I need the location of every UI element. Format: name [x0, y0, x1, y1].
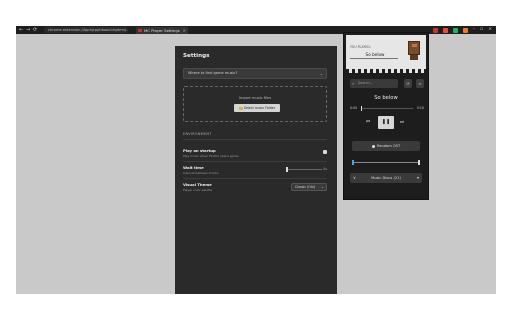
track-title: So below	[374, 95, 398, 101]
setting-sub: Interval between tracks	[183, 171, 219, 175]
dropdown-placeholder: Where to find game music?	[188, 71, 238, 75]
environment-heading: ENVIRONMENT	[183, 132, 212, 136]
extension-icon[interactable]	[452, 27, 458, 33]
slider-start-thumb[interactable]	[352, 160, 354, 165]
disc-icon	[371, 144, 375, 148]
random-ost-button[interactable]: Random OST	[352, 141, 420, 151]
tab-close-icon[interactable]: ×	[183, 27, 186, 34]
progress-thumb[interactable]	[361, 106, 362, 111]
extension-icon[interactable]	[462, 27, 468, 33]
setting-sub: Play music when Firefox opens game.	[183, 154, 240, 158]
extension-icon[interactable]	[442, 27, 448, 33]
import-dropzone[interactable]: Import music files Select music Folder	[183, 86, 327, 122]
jukebox-icon	[408, 41, 420, 55]
divider	[350, 58, 398, 59]
music-player-popup: YOU PLAYED: So below ⌕ Search... ⟳ ≡ So …	[343, 32, 429, 200]
window-controls: – ▫ ×	[432, 26, 492, 34]
slider-thumb[interactable]	[286, 167, 288, 172]
forward-icon[interactable]: →	[26, 26, 30, 34]
now-playing-card: YOU PLAYED: So below	[346, 35, 426, 73]
search-input[interactable]: ⌕ Search...	[350, 79, 398, 88]
visual-theme-select[interactable]: Classic (Old) ⌄	[291, 183, 327, 191]
search-placeholder: Search...	[358, 81, 373, 85]
import-text: Import music files	[238, 96, 272, 100]
tab-mc-player-settings[interactable]: MC Player Settings ×	[136, 27, 188, 34]
extension-icon[interactable]	[432, 27, 438, 33]
theme-value: Classic (Old)	[295, 185, 315, 189]
menu-button[interactable]: ≡	[416, 79, 424, 88]
now-playing-label: YOU PLAYED:	[350, 45, 371, 49]
chevron-down-icon: ▾	[416, 175, 419, 180]
next-icon[interactable]: ⏭	[400, 119, 404, 125]
tab-title: MC Player Settings	[144, 28, 180, 33]
time-elapsed: 0:00	[350, 106, 358, 110]
wait-time-value: 0s	[323, 167, 327, 171]
play-on-startup-checkbox[interactable]	[323, 150, 327, 154]
setting-wait-time: Wait time Interval between tracks 0s	[183, 165, 327, 175]
divider	[183, 161, 327, 162]
folder-icon	[238, 106, 243, 110]
maximize-icon[interactable]: ▫	[480, 26, 483, 34]
playlist-select[interactable]: ∨ Music Disco (21) ▾	[350, 173, 422, 183]
browser-screen: ← → ⟳ chrome-extension://lpphjcpphbaocld…	[16, 26, 496, 294]
search-icon: ⌕	[352, 81, 355, 86]
chevron-down-icon: ⌄	[321, 185, 324, 189]
chevron-down-icon: ∨	[353, 175, 356, 180]
tab-favicon-icon	[138, 29, 142, 32]
progress-bar[interactable]	[361, 106, 413, 111]
setting-visual-theme: Visual Theme Player color palette Classi…	[183, 182, 327, 192]
volume-slider[interactable]	[352, 160, 420, 165]
divider	[183, 139, 327, 140]
settings-panel: Settings Where to find game music? ⌄ Imp…	[175, 46, 337, 294]
setting-play-on-startup: Play on startup Play music when Firefox …	[183, 148, 327, 158]
refresh-button[interactable]: ⟳	[404, 79, 412, 88]
reload-icon[interactable]: ⟳	[33, 26, 37, 34]
card-edge	[346, 69, 426, 73]
back-icon[interactable]: ←	[19, 26, 23, 34]
chevron-down-icon: ⌄	[319, 71, 323, 76]
address-bar[interactable]: chrome-extension://lpphjcpphbaocldnjdmn/…	[44, 27, 128, 33]
music-source-dropdown[interactable]: Where to find game music? ⌄	[183, 68, 327, 79]
jukebox-stand	[410, 55, 418, 60]
select-folder-button[interactable]: Select music Folder	[234, 104, 280, 112]
minimize-icon[interactable]: –	[473, 26, 475, 34]
playlist-label: Music Disco (21)	[371, 176, 401, 180]
close-window-icon[interactable]: ×	[488, 26, 492, 34]
now-playing-song: So below	[365, 52, 385, 57]
slider-end-thumb[interactable]	[418, 160, 420, 165]
wait-time-slider[interactable]	[286, 167, 322, 172]
random-ost-label: Random OST	[376, 144, 401, 148]
time-total: 5:10	[416, 106, 424, 110]
page-title: Settings	[183, 53, 210, 59]
divider	[183, 178, 327, 179]
select-folder-label: Select music Folder	[243, 106, 276, 110]
setting-label: Play on startup	[183, 148, 216, 153]
pause-button[interactable]: ❚❚	[378, 116, 394, 129]
previous-icon[interactable]: ⏮	[366, 119, 370, 125]
